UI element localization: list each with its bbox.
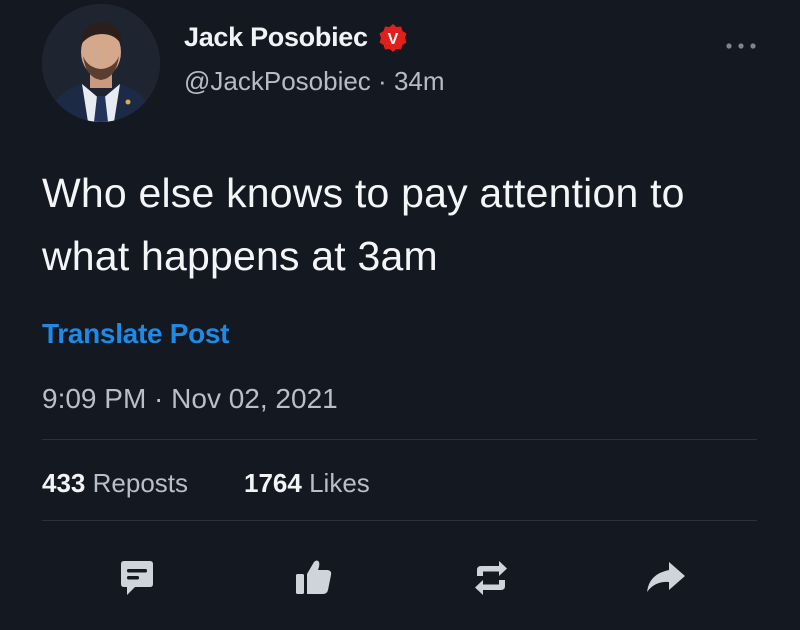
author-name-row[interactable]: Jack Posobiec V — [184, 22, 408, 53]
author-display-name[interactable]: Jack Posobiec — [184, 22, 368, 53]
divider — [42, 439, 757, 440]
separator-dot: · — [378, 66, 387, 96]
repost-icon — [475, 561, 507, 595]
more-options-icon[interactable] — [724, 36, 758, 56]
divider — [42, 520, 757, 521]
like-icon — [296, 560, 332, 594]
likes-count: 1764 — [244, 468, 302, 498]
author-handle-row: @JackPosobiec · 34m — [184, 66, 445, 97]
author-handle[interactable]: @JackPosobiec — [184, 66, 371, 96]
share-button[interactable] — [643, 556, 687, 600]
like-button[interactable] — [292, 556, 336, 600]
avatar[interactable] — [42, 4, 160, 122]
reposts-stat[interactable]: 433 Reposts — [42, 468, 188, 499]
comment-button[interactable] — [115, 556, 159, 600]
badge-letter: V — [387, 31, 398, 48]
likes-stat[interactable]: 1764 Likes — [244, 468, 370, 499]
post-timestamp: 9:09 PM · Nov 02, 2021 — [42, 383, 338, 414]
profile-photo — [42, 4, 160, 122]
relative-time: 34m — [393, 66, 445, 96]
reposts-count: 433 — [42, 468, 86, 498]
action-bar — [0, 556, 800, 604]
likes-label: Likes — [309, 468, 370, 498]
reposts-label: Reposts — [92, 468, 189, 498]
share-icon — [647, 562, 685, 592]
post-text: Who else knows to pay attention to what … — [42, 170, 685, 279]
post-stats: 433 Reposts 1764 Likes — [42, 468, 370, 499]
translate-post-link[interactable]: Translate Post — [42, 318, 230, 350]
repost-button[interactable] — [469, 556, 513, 600]
verified-badge-icon: V — [378, 23, 408, 53]
comment-icon — [121, 561, 153, 595]
